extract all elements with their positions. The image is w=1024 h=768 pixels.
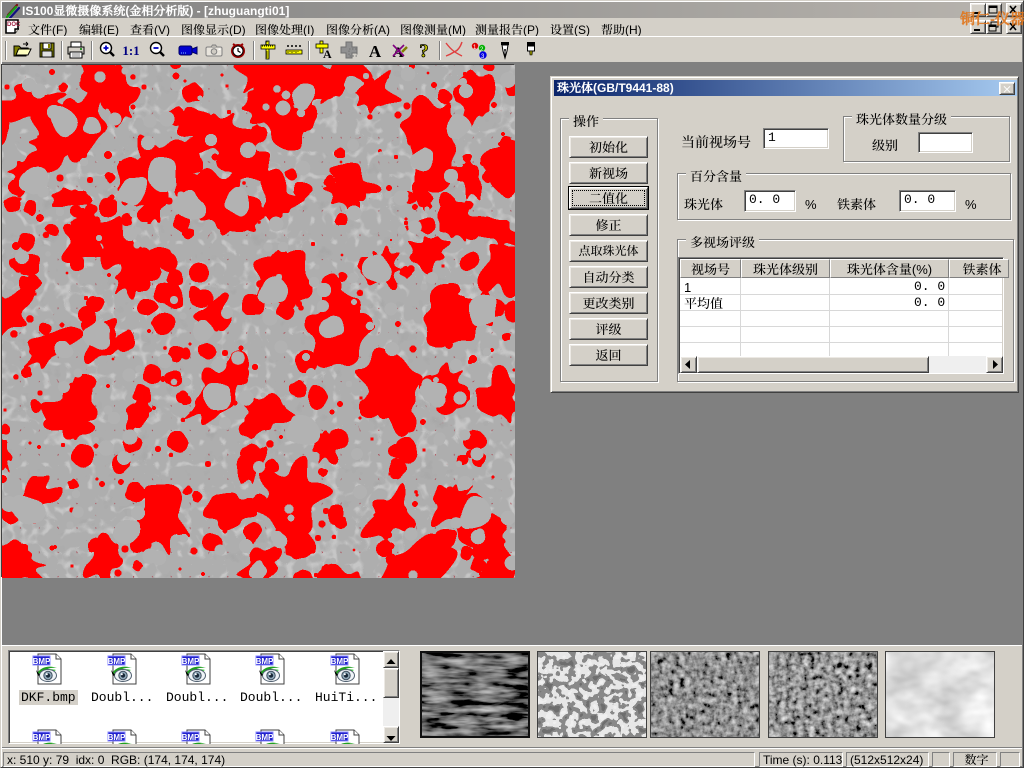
svg-text:E: E [265, 41, 268, 47]
svg-text:BMP: BMP [256, 657, 274, 666]
svg-text:BMP: BMP [33, 657, 51, 666]
svg-text:BMP: BMP [182, 657, 200, 666]
svg-text:BMP: BMP [256, 733, 274, 742]
svg-text:BMP: BMP [108, 657, 126, 666]
svg-text:BMP: BMP [108, 733, 126, 742]
svg-text:BMP: BMP [331, 657, 349, 666]
svg-text:?: ? [419, 41, 429, 60]
svg-text:BMP: BMP [331, 733, 349, 742]
svg-text:BMP: BMP [33, 733, 51, 742]
svg-text:BMP: BMP [182, 733, 200, 742]
svg-text:DOC: DOC [7, 22, 21, 28]
svg-text:1:1: 1:1 [122, 43, 139, 58]
svg-text:A: A [323, 47, 332, 60]
svg-text:A: A [369, 42, 382, 60]
